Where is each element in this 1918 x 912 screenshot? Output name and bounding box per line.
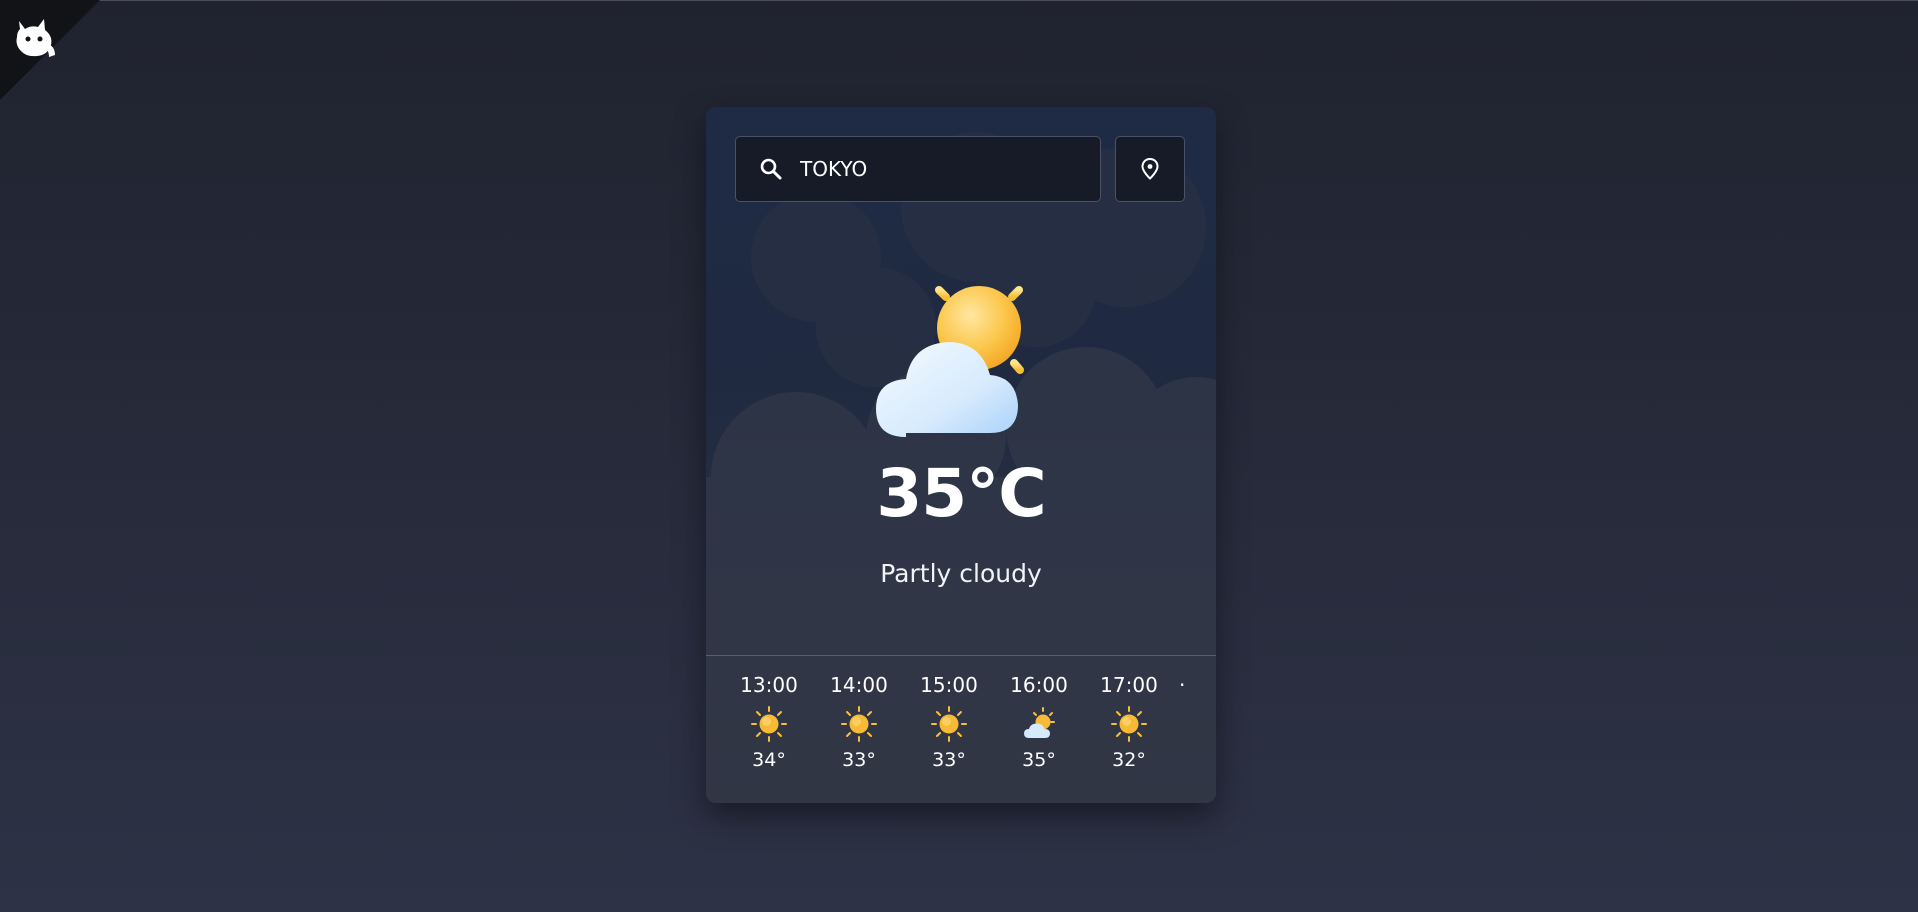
hourly-item: 14:00 33° <box>814 673 904 783</box>
partly-cloudy-icon <box>1024 707 1055 738</box>
current-condition: Partly cloudy <box>880 559 1042 588</box>
search-box[interactable] <box>735 136 1101 202</box>
hourly-item-partial: · <box>1174 673 1216 783</box>
hour-temperature: 32° <box>1112 749 1146 771</box>
hourly-item: 16:00 35° <box>994 673 1084 783</box>
hourly-item: 13:00 34° <box>724 673 814 783</box>
top-border <box>0 0 1918 1</box>
hour-time: 17:00 <box>1100 673 1158 697</box>
hourly-item: 17:00 32° <box>1084 673 1174 783</box>
cat-logo-icon[interactable] <box>11 15 57 59</box>
sunny-icon <box>1111 706 1147 742</box>
current-temperature: 35°C <box>876 455 1046 532</box>
hour-temperature: 33° <box>932 749 966 771</box>
partly-cloudy-icon <box>876 271 1042 437</box>
hour-time: 15:00 <box>920 673 978 697</box>
weather-card: 35°C Partly cloudy 13:00 34° 14:00 <box>706 107 1216 803</box>
sunny-icon <box>841 706 877 742</box>
hour-time: 14:00 <box>830 673 888 697</box>
hourly-item: 15:00 33° <box>904 673 994 783</box>
hourly-forecast[interactable]: 13:00 34° 14:00 33° 15:00 33° 16:00 35° … <box>724 673 1216 783</box>
hour-temperature: 34° <box>752 749 786 771</box>
hour-time: 16:00 <box>1010 673 1068 697</box>
search-icon[interactable] <box>758 156 784 182</box>
hour-temperature: 33° <box>842 749 876 771</box>
sunny-icon <box>931 706 967 742</box>
divider <box>706 655 1216 656</box>
search-input[interactable] <box>800 157 1080 181</box>
hour-temperature: 35° <box>1022 749 1056 771</box>
location-pin-icon <box>1141 157 1159 180</box>
hour-time: 13:00 <box>740 673 798 697</box>
location-button[interactable] <box>1115 136 1185 202</box>
sunny-icon <box>751 706 787 742</box>
hour-time-partial: · <box>1179 673 1185 697</box>
